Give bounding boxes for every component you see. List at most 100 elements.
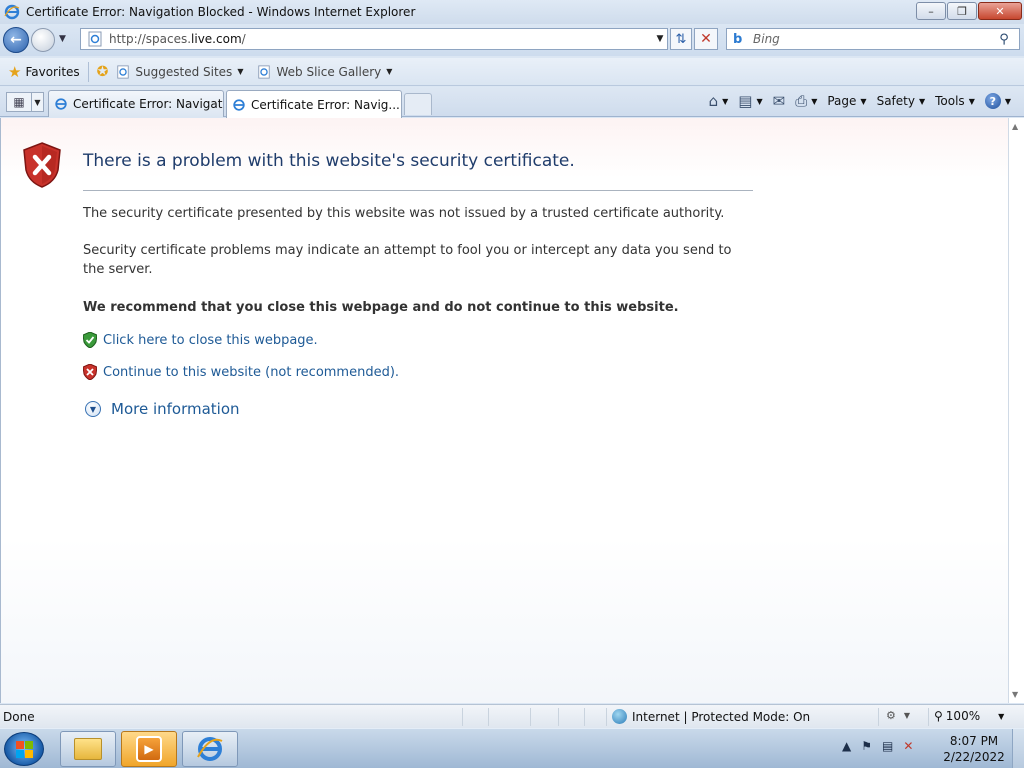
continue-website-label[interactable]: Continue to this website (not recommende… [103,365,399,380]
windows-logo-icon [15,740,33,758]
stop-button[interactable]: ✕ [694,28,718,50]
suggested-sites-link[interactable]: Suggested Sites ▼ [116,65,243,79]
status-divider [558,708,559,726]
ie-taskbar-button[interactable] [182,731,238,767]
chevron-down-icon: ▼ [386,67,393,76]
close-webpage-label[interactable]: Click here to close this webpage. [103,333,318,348]
safety-menu-label: Safety [876,94,915,108]
internet-explorer-icon [197,737,223,761]
page-title: There is a problem with this website's s… [83,151,575,171]
forward-button[interactable] [31,28,55,52]
status-divider [488,708,489,726]
bing-icon: b [733,31,743,47]
status-divider [878,708,879,726]
show-desktop-button[interactable] [1012,729,1024,768]
media-player-taskbar-button[interactable]: ▶ [121,731,177,767]
close-webpage-link[interactable]: Click here to close this webpage. [83,332,318,348]
status-text: Done [3,710,35,724]
ie-tab-icon [55,98,67,110]
ie-logo-icon [4,4,20,20]
divider [83,190,753,191]
status-divider [584,708,585,726]
page-menu[interactable]: Page ▼ [824,91,869,111]
command-bar: ⌂ ▼ ▤ ▼ ✉ ⎙ ▼ Page ▼ Safety ▼ Tools ▼ ? ▼ [706,91,1014,111]
search-icon[interactable]: ⚲ [989,32,1019,47]
vertical-scrollbar[interactable]: ▲ ▼ [1008,118,1024,703]
feeds-button[interactable]: ▤ ▼ [735,91,765,111]
tab-close-icon[interactable]: ✕ [400,98,401,112]
tab-label: Certificate Error: Navig... [251,97,400,112]
more-information-label[interactable]: More information [111,400,240,418]
volume-muted-icon[interactable]: ✕ [903,739,913,753]
tab-label: Certificate Error: Navigatio... [73,97,223,111]
web-slice-gallery-label: Web Slice Gallery [276,64,382,79]
read-mail-button[interactable]: ✉ [770,91,789,111]
window-title: Certificate Error: Navigation Blocked - … [26,5,416,19]
status-divider [928,708,929,726]
help-menu[interactable]: ? ▼ [982,91,1014,111]
taskbar: ▶ ▲ ⚑ ▤ ✕ 8:07 PM 2/22/2022 [0,728,1024,768]
shield-error-icon [23,142,61,188]
zoom-level: 100% [945,709,981,723]
search-placeholder[interactable]: Bing [753,32,989,46]
status-divider [606,708,607,726]
back-button[interactable]: ← [3,27,29,53]
ie-page-icon [258,64,271,79]
explorer-taskbar-button[interactable] [60,731,116,767]
accelerator-button[interactable]: ⚙ ▼ [886,709,910,722]
tab-active[interactable]: Certificate Error: Navig... ✕ [226,90,402,118]
scroll-down-icon[interactable]: ▼ [1012,690,1018,699]
chevron-down-icon: ▼ [237,67,244,76]
mail-icon: ✉ [772,92,786,110]
scroll-up-icon[interactable]: ▲ [1012,122,1018,131]
media-player-icon: ▶ [136,736,162,762]
add-to-favorites-icon[interactable]: ✪ [97,64,109,80]
new-tab-button[interactable] [404,93,432,115]
address-bar[interactable]: http://spaces.live.com/ ▼ [80,28,668,50]
star-icon: ★ [8,62,22,81]
zone-label: Internet | Protected Mode: On [632,709,811,724]
ie-page-icon [117,64,130,79]
globe-icon [612,709,627,724]
home-icon: ⌂ [708,92,719,110]
web-slice-gallery-link[interactable]: Web Slice Gallery ▼ [257,65,392,79]
action-center-flag-icon[interactable]: ⚑ [861,739,872,753]
recent-pages-dropdown[interactable]: ▼ [59,34,66,44]
search-box[interactable]: b Bing ⚲ [726,28,1020,50]
close-button[interactable]: ✕ [978,2,1022,20]
home-button[interactable]: ⌂ ▼ [706,91,732,111]
tab-inactive[interactable]: Certificate Error: Navigatio... [48,90,224,117]
status-divider [530,708,531,726]
tools-menu[interactable]: Tools ▼ [932,91,978,111]
safety-menu[interactable]: Safety ▼ [874,91,929,111]
tab-list-dropdown[interactable]: ▼ [32,92,44,112]
url-text[interactable]: http://spaces.live.com/ [109,32,653,46]
show-hidden-icons-icon[interactable]: ▲ [842,739,851,753]
favorites-button[interactable]: ★ Favorites [8,63,80,81]
print-button[interactable]: ⎙ ▼ [792,91,820,111]
red-shield-x-icon [83,364,97,380]
continue-website-link[interactable]: Continue to this website (not recommende… [83,364,399,380]
minimize-button[interactable]: – [916,2,946,20]
more-information-toggle[interactable]: ▼ More information [85,400,240,418]
quick-tabs-icon[interactable]: ▦ [6,92,32,112]
page-menu-label: Page [827,94,857,108]
clock[interactable]: 8:07 PM 2/22/2022 [938,733,1010,765]
system-tray: ▲ ⚑ ▤ ✕ [842,739,913,753]
tab-bar: ▦ ▼ Certificate Error: Navigatio... Cert… [0,87,1024,118]
favorites-label: Favorites [25,64,80,79]
printer-icon: ⎙ [795,92,808,110]
maximize-button[interactable]: ❐ [947,2,977,20]
address-dropdown-icon[interactable]: ▼ [653,34,667,44]
untrusted-authority-text: The security certificate presented by th… [83,206,725,221]
security-zone[interactable]: Internet | Protected Mode: On [612,709,810,724]
magnifier-icon: ⚲ [934,709,943,723]
chevron-down-icon: ▼ [998,711,1005,721]
network-icon[interactable]: ▤ [882,739,893,753]
tools-menu-label: Tools [935,94,965,108]
refresh-button[interactable]: ⇅ [670,28,692,50]
start-button[interactable] [4,732,44,766]
zoom-control[interactable]: ⚲ 100% ▼ [934,709,1004,723]
separator [87,61,89,82]
expand-chevron-icon: ▼ [85,401,101,417]
